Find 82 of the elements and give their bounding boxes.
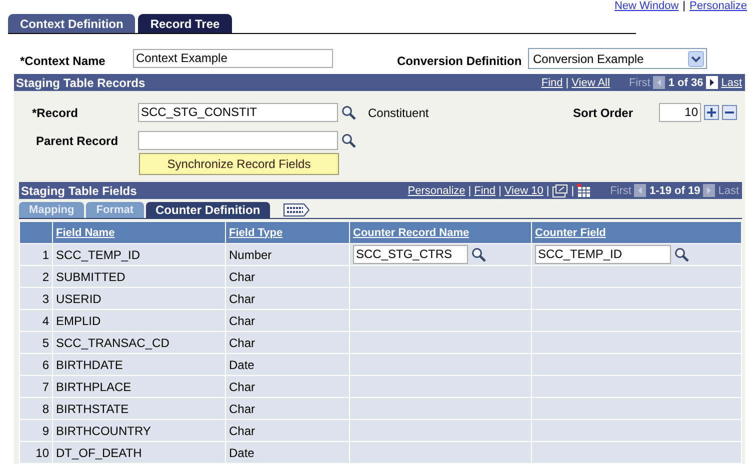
table-cell: USERID bbox=[52, 288, 226, 310]
search-icon[interactable] bbox=[674, 246, 690, 262]
table-cell: Char bbox=[226, 420, 350, 442]
table-cell: Date bbox=[226, 442, 350, 464]
grid-title: Staging Table Fields bbox=[20, 184, 137, 198]
page-tab[interactable]: Record Tree bbox=[138, 14, 232, 33]
spreadsheet-icon[interactable] bbox=[577, 184, 592, 198]
link-separator: | bbox=[468, 184, 472, 196]
link-separator: | bbox=[571, 184, 574, 196]
row-number: 10 bbox=[20, 442, 52, 464]
row-number: 7 bbox=[20, 376, 52, 398]
row-number: 8 bbox=[20, 398, 52, 420]
last-link[interactable]: Last bbox=[721, 76, 742, 88]
row-number: 1 bbox=[20, 244, 52, 266]
table-cell: Char bbox=[226, 266, 350, 288]
top-link[interactable]: Personalize bbox=[690, 0, 747, 13]
field-label: Parent Record bbox=[35, 134, 120, 148]
search-icon[interactable] bbox=[341, 104, 357, 120]
nav-link[interactable]: View All bbox=[572, 76, 610, 88]
row-counter: 1-19 of 19 bbox=[649, 184, 700, 196]
column-header[interactable]: Counter Field bbox=[532, 222, 742, 244]
table-cell: DT_OF_DEATH bbox=[52, 442, 226, 464]
table-cell: Char bbox=[226, 332, 350, 354]
search-icon[interactable] bbox=[341, 132, 357, 148]
first-link: First bbox=[610, 184, 632, 196]
new-window-icon[interactable] bbox=[552, 184, 568, 198]
nav-link[interactable]: Personalize bbox=[408, 184, 466, 196]
column-header[interactable]: Field Type bbox=[226, 222, 350, 244]
table-cell: Char bbox=[226, 376, 350, 398]
row-number: 2 bbox=[20, 266, 52, 288]
nav-link[interactable]: View 10 bbox=[504, 184, 544, 196]
synchronize-button[interactable]: Synchronize Record Fields bbox=[139, 153, 339, 175]
row-counter: 1 of 36 bbox=[668, 76, 704, 88]
nav-link[interactable]: Find bbox=[541, 76, 563, 88]
table-cell: BIRTHSTATE bbox=[52, 398, 226, 420]
page-tab[interactable]: Context Definition bbox=[8, 14, 136, 33]
field-label: Conversion Definition bbox=[397, 52, 523, 68]
table-cell: BIRTHDATE bbox=[52, 354, 226, 376]
record-field[interactable]: SCC_STG_CONSTIT bbox=[138, 103, 338, 122]
table-cell: EMPLID bbox=[52, 310, 226, 332]
first-link: First bbox=[628, 76, 650, 88]
row-number: 3 bbox=[20, 288, 52, 310]
row-number: 9 bbox=[20, 420, 52, 442]
conversion-definition-dropdown[interactable]: Conversion Example bbox=[528, 48, 707, 69]
field-label: *Context Name bbox=[20, 52, 106, 68]
sort-order-field[interactable]: 10 bbox=[659, 103, 701, 122]
show-all-columns-icon[interactable] bbox=[282, 203, 310, 217]
top-link[interactable]: New Window bbox=[614, 0, 679, 13]
last-link: Last bbox=[718, 184, 739, 196]
table-cell: SCC_TEMP_ID bbox=[52, 244, 226, 266]
table-cell: SUBMITTED bbox=[52, 266, 226, 288]
record-description: Constituent bbox=[368, 106, 430, 120]
link-separator: | bbox=[566, 76, 569, 88]
table-cell: Char bbox=[226, 398, 350, 420]
field-label: *Record bbox=[32, 106, 80, 120]
column-header bbox=[20, 222, 52, 244]
add-row-icon[interactable] bbox=[704, 105, 719, 120]
table-cell: Number bbox=[226, 244, 350, 266]
link-separator: | bbox=[682, 0, 686, 13]
table-cell: Date bbox=[226, 354, 350, 376]
table-cell: SCC_TRANSAC_CD bbox=[52, 332, 226, 354]
column-header[interactable]: Field Name bbox=[52, 222, 226, 244]
table-cell: BIRTHCOUNTRY bbox=[52, 420, 226, 442]
table-cell: BIRTHPLACE bbox=[52, 376, 226, 398]
row-number: 5 bbox=[20, 332, 52, 354]
grid-tab[interactable]: Counter Definition bbox=[146, 202, 270, 218]
counter-record-field[interactable]: SCC_STG_CTRS bbox=[353, 245, 468, 264]
nav-link[interactable]: Find bbox=[474, 184, 496, 196]
parent-record-field[interactable] bbox=[138, 131, 338, 150]
field-label: Sort Order bbox=[573, 106, 634, 120]
context-name-field[interactable]: Context Example bbox=[133, 49, 333, 68]
link-separator: | bbox=[498, 184, 502, 196]
counter-field-input[interactable]: SCC_TEMP_ID bbox=[535, 245, 671, 264]
table-cell: Char bbox=[226, 288, 350, 310]
row-number: 6 bbox=[20, 354, 52, 376]
row-number: 4 bbox=[20, 310, 52, 332]
delete-row-icon[interactable] bbox=[722, 105, 737, 120]
link-separator: | bbox=[546, 184, 550, 196]
table-cell: Char bbox=[226, 310, 350, 332]
section-title: Staging Table Records bbox=[15, 76, 146, 90]
column-header[interactable]: Counter Record Name bbox=[350, 222, 532, 244]
search-icon[interactable] bbox=[471, 246, 487, 262]
